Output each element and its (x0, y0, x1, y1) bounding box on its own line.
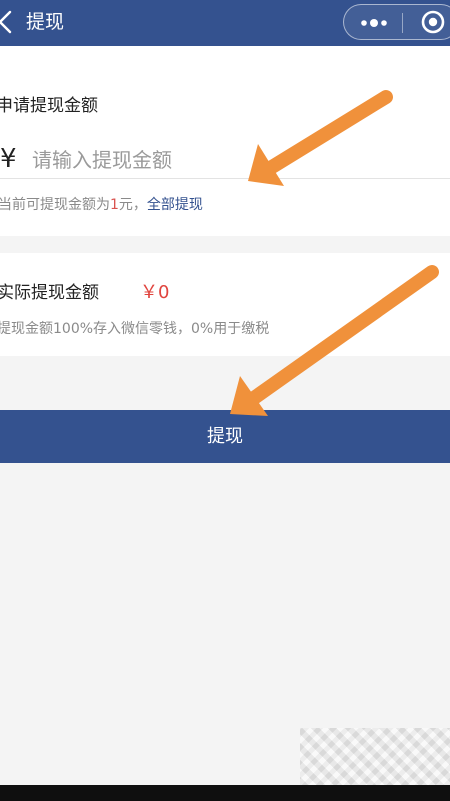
hint-prefix: 当前可提现金额为 (0, 197, 110, 213)
withdraw-submit-button[interactable]: 提现 (0, 410, 450, 463)
actual-amount-value: ￥0 (140, 282, 170, 303)
header-bar: 提现 (0, 0, 450, 46)
actual-amount-card: 实际提现金额 ￥0 提现金额100%存入微信零钱，0%用于缴税 (0, 253, 450, 356)
withdraw-all-link[interactable]: 全部提现 (147, 197, 203, 213)
mini-program-capsule (343, 4, 450, 40)
available-amount-hint: 当前可提现金额为1元，全部提现 (0, 195, 203, 215)
more-dots-icon[interactable] (358, 14, 390, 32)
apply-amount-card: 申请提现金额 ¥ 当前可提现金额为1元，全部提现 (0, 46, 450, 236)
input-divider (0, 178, 450, 179)
hint-suffix: 元， (118, 197, 147, 213)
currency-symbol: ¥ (0, 144, 17, 174)
capsule-divider (402, 13, 403, 33)
actual-amount-note: 提现金额100%存入微信零钱，0%用于缴税 (0, 321, 270, 337)
available-amount-value: 1 (110, 197, 119, 213)
apply-amount-label: 申请提现金额 (0, 96, 98, 116)
actual-amount-label: 实际提现金额 (0, 283, 99, 303)
page-title: 提现 (26, 11, 65, 33)
blurred-watermark (300, 728, 450, 785)
chevron-left-icon[interactable] (0, 9, 16, 35)
withdraw-amount-input[interactable] (32, 144, 432, 176)
mini-program-close-icon[interactable] (420, 9, 446, 35)
bottom-edge-bar (0, 785, 450, 801)
